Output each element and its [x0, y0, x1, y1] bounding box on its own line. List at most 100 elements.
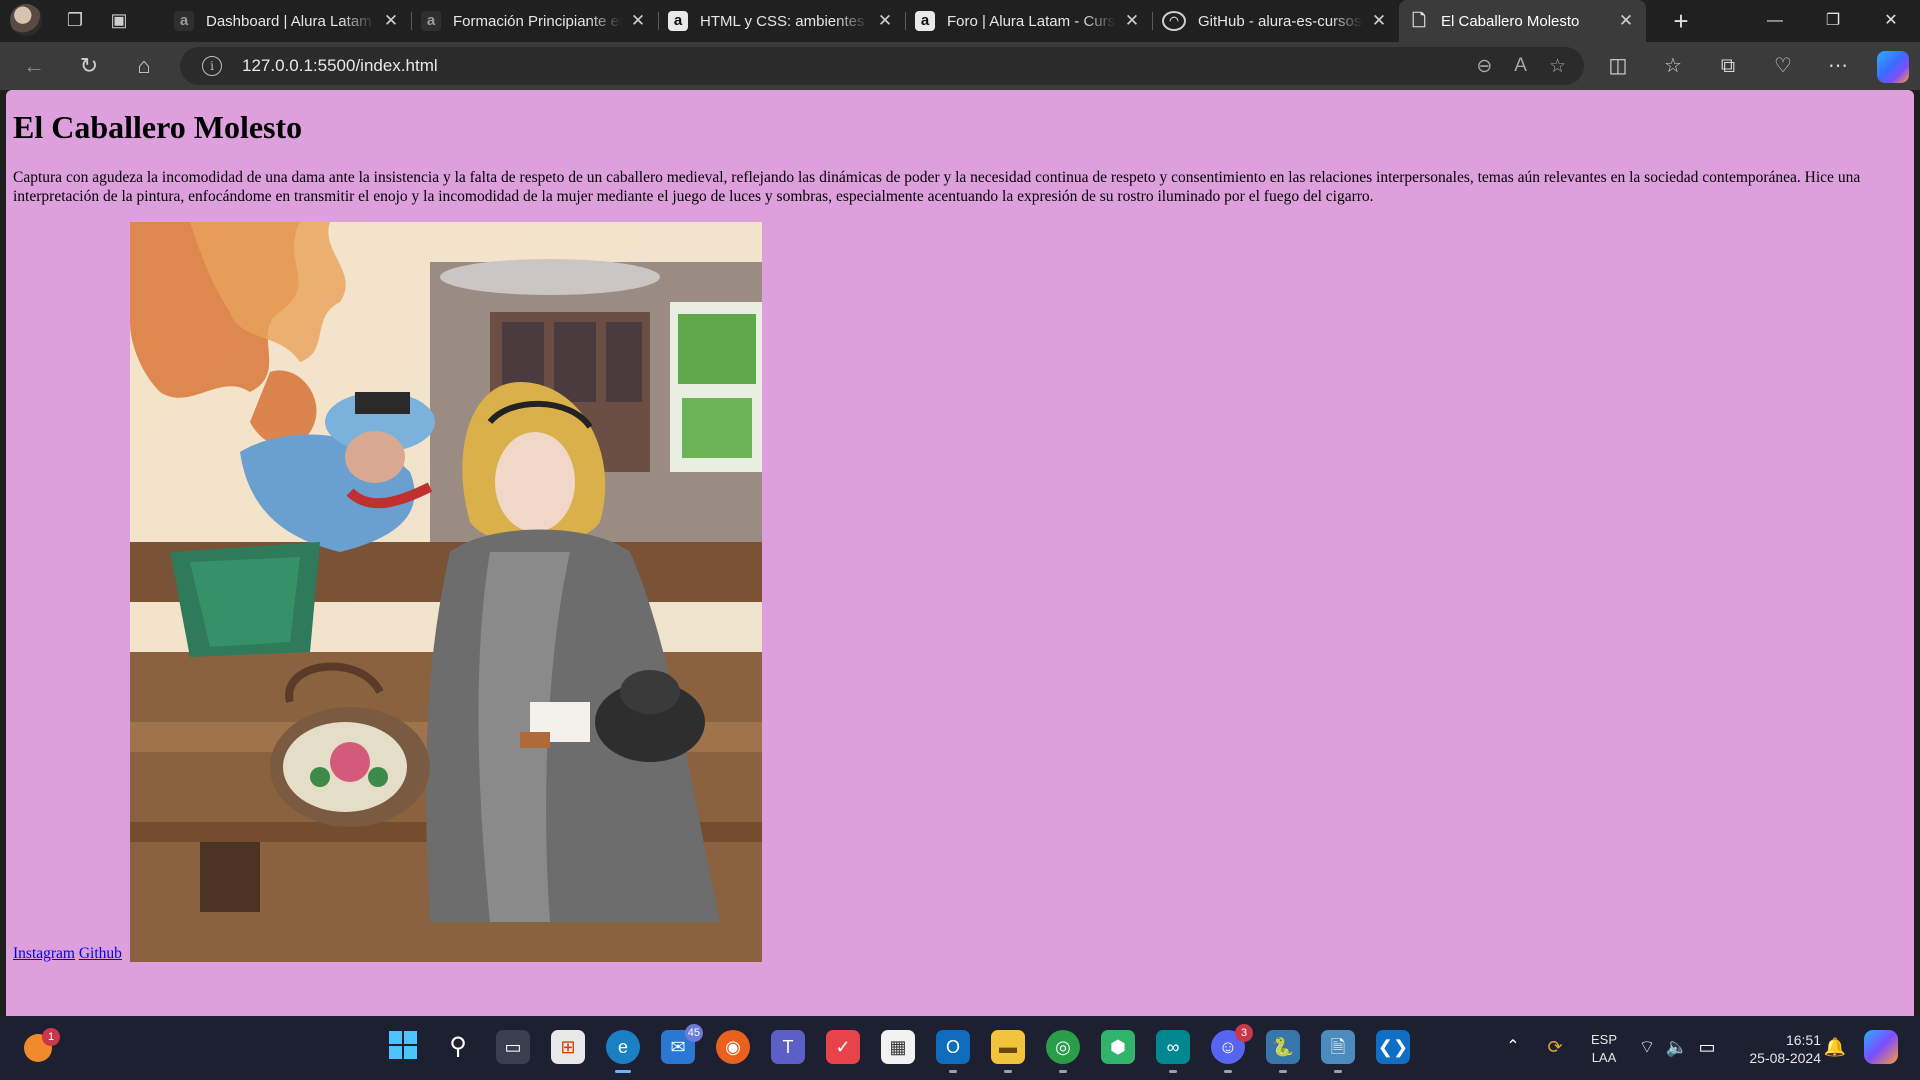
github-link[interactable]: Github	[79, 945, 122, 962]
collections-icon[interactable]: ⧉	[1712, 50, 1744, 82]
painting-image	[130, 222, 762, 962]
toolbar-right-actions: ◫ ☆ ⧉ ♡ ⋯	[1602, 50, 1909, 83]
start-icon[interactable]	[386, 1030, 420, 1064]
tab-title: GitHub - alura-es-cursos/	[1198, 12, 1363, 30]
tab-strip: ❐ ▣ a Dashboard | Alura Latam ✕ a Formac…	[0, 0, 1920, 42]
python-icon[interactable]: 🐍	[1266, 1030, 1300, 1073]
tab-github[interactable]: ◠ GitHub - alura-es-cursos/ ✕	[1152, 0, 1399, 42]
close-icon[interactable]: ✕	[1369, 11, 1389, 31]
workspaces-icon[interactable]: ❐	[64, 9, 86, 31]
running-indicator	[1279, 1070, 1287, 1073]
close-icon[interactable]: ✕	[875, 11, 895, 31]
running-indicator	[615, 1070, 631, 1073]
close-icon[interactable]: ✕	[1616, 11, 1636, 31]
task-view-icon[interactable]: ▭	[496, 1030, 530, 1064]
page-title: El Caballero Molesto	[13, 109, 303, 145]
address-bar-actions: ⊖ A ☆	[1476, 55, 1566, 78]
keyboard-layout: LAA	[1591, 1050, 1617, 1065]
outlook-icon[interactable]: O	[936, 1030, 970, 1073]
vscode-icon[interactable]: ❮❯	[1376, 1030, 1410, 1064]
alura-icon: a	[668, 11, 688, 31]
address-url[interactable]: 127.0.0.1:5500/index.html	[242, 56, 438, 76]
tab-list: a Dashboard | Alura Latam ✕ a Formación …	[164, 0, 1646, 42]
more-options-icon[interactable]: ⋯	[1822, 50, 1854, 82]
alura-icon: a	[915, 11, 935, 31]
browser-toolbar: ← ↻ ⌂ i 127.0.0.1:5500/index.html ⊖ A ☆ …	[0, 42, 1920, 90]
tab-dashboard-alura[interactable]: a Dashboard | Alura Latam ✕	[164, 0, 411, 42]
restore-button[interactable]: ❐	[1804, 0, 1862, 42]
language-indicator[interactable]: ESP LAA	[1587, 1031, 1621, 1067]
tab-strip-left-controls: ❐ ▣	[10, 4, 130, 36]
language-code: ESP	[1590, 1032, 1617, 1047]
copilot-taskbar-icon[interactable]	[1864, 1030, 1898, 1064]
document-icon: 🗋	[1412, 11, 1426, 30]
running-indicator	[1169, 1070, 1177, 1073]
discord-badge: 3	[1235, 1024, 1253, 1042]
tab-title: Dashboard | Alura Latam	[206, 12, 372, 30]
tab-title: Formación Principiante en	[453, 12, 622, 30]
file-explorer-icon[interactable]: ▬	[991, 1030, 1025, 1073]
todo-icon[interactable]: ✓	[826, 1030, 860, 1064]
close-window-button[interactable]: ✕	[1862, 0, 1920, 42]
clock-date: 25-08-2024	[1749, 1050, 1821, 1066]
favorites-icon[interactable]: ☆	[1657, 50, 1689, 82]
back-button[interactable]: ←	[18, 50, 50, 82]
tab-actions-icon[interactable]: ▣	[108, 9, 130, 31]
address-bar[interactable]: i 127.0.0.1:5500/index.html ⊖ A ☆	[180, 47, 1584, 85]
github-icon: ◠	[1162, 11, 1186, 31]
browser-essentials-icon[interactable]: ♡	[1767, 50, 1799, 82]
arduino-icon[interactable]: ∞	[1156, 1030, 1190, 1073]
profile-avatar[interactable]	[10, 4, 42, 36]
notification-bell-icon[interactable]: 🔔	[1818, 1030, 1852, 1064]
site-info-icon[interactable]: i	[202, 56, 222, 76]
firefox-icon[interactable]: ◉	[716, 1030, 750, 1064]
notification-app-icon[interactable]: 1	[24, 1028, 60, 1062]
copilot-icon[interactable]	[1877, 50, 1909, 83]
tab-foro-alura[interactable]: a Foro | Alura Latam - Curso ✕	[905, 0, 1152, 42]
wifi-icon[interactable]: ⌔	[1630, 1030, 1664, 1064]
app-hexagon-icon[interactable]: ⬢	[1101, 1030, 1135, 1064]
microsoft-store-icon[interactable]: ⊞	[551, 1030, 585, 1064]
sync-icon[interactable]: ⟳	[1538, 1030, 1572, 1064]
alura-icon: a	[174, 11, 194, 31]
close-icon[interactable]: ✕	[1122, 11, 1142, 31]
zoom-out-icon[interactable]: ⊖	[1476, 55, 1492, 78]
search-icon[interactable]: ⚲	[441, 1030, 475, 1064]
running-indicator	[1224, 1070, 1232, 1073]
close-icon[interactable]: ✕	[628, 11, 648, 31]
discord-icon[interactable]: ☺ 3	[1211, 1024, 1253, 1073]
close-icon[interactable]: ✕	[381, 11, 401, 31]
teams-icon[interactable]: T	[771, 1030, 805, 1064]
system-clock[interactable]: 16:51 25-08-2024	[1735, 1031, 1821, 1067]
python-idle-icon[interactable]: 🗎	[1321, 1030, 1355, 1073]
split-screen-icon[interactable]: ◫	[1602, 50, 1634, 82]
mail-badge: 45	[684, 1024, 703, 1042]
favorite-star-icon[interactable]: ☆	[1549, 55, 1566, 78]
volume-icon[interactable]: 🔈	[1660, 1030, 1694, 1064]
tab-title: El Caballero Molesto	[1441, 12, 1580, 30]
tab-title: HTML y CSS: ambientes de	[700, 12, 869, 30]
window-controls: — ❐ ✕	[1746, 0, 1920, 42]
running-indicator	[1004, 1070, 1012, 1073]
read-aloud-icon[interactable]: A	[1514, 55, 1527, 78]
home-button[interactable]: ⌂	[128, 50, 160, 82]
chevron-up-icon[interactable]: ⌃	[1496, 1030, 1530, 1064]
instagram-link[interactable]: Instagram	[13, 945, 75, 962]
refresh-button[interactable]: ↻	[73, 50, 105, 82]
running-indicator	[1059, 1070, 1067, 1073]
battery-icon[interactable]: ▭	[1690, 1030, 1724, 1064]
chrome-icon[interactable]: ◎	[1046, 1030, 1080, 1073]
edge-browser-icon[interactable]: e	[606, 1030, 640, 1073]
alura-icon: a	[421, 11, 441, 31]
social-links: Instagram Github	[13, 945, 122, 963]
tab-html-css[interactable]: a HTML y CSS: ambientes de ✕	[658, 0, 905, 42]
minimize-button[interactable]: —	[1746, 0, 1804, 42]
calendar-app-icon[interactable]: ▦	[881, 1030, 915, 1064]
running-indicator	[949, 1070, 957, 1073]
tab-formacion-principiante[interactable]: a Formación Principiante en ✕	[411, 0, 658, 42]
tab-el-caballero-molesto[interactable]: 🗋 El Caballero Molesto ✕	[1399, 0, 1646, 42]
new-tab-button[interactable]: +	[1666, 6, 1696, 36]
tab-title: Foro | Alura Latam - Curso	[947, 12, 1116, 30]
mail-icon[interactable]: ✉ 45	[661, 1024, 703, 1064]
clock-time: 16:51	[1785, 1032, 1821, 1048]
